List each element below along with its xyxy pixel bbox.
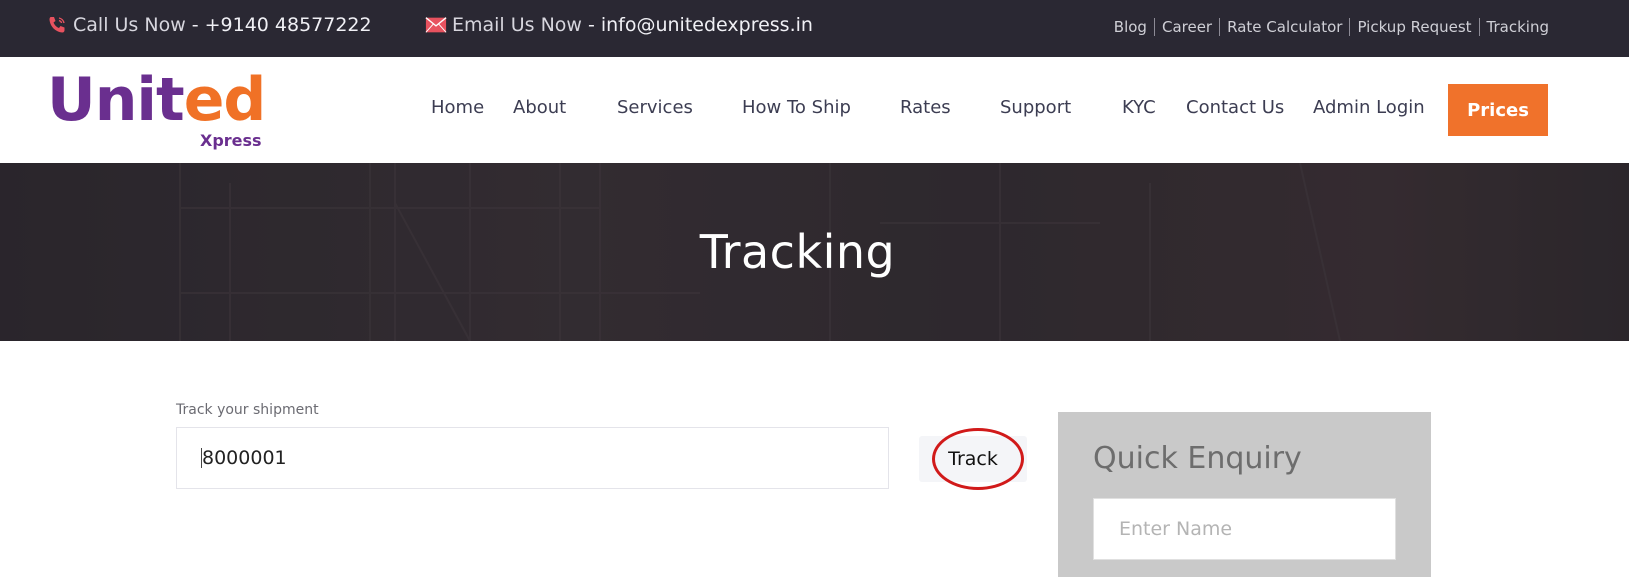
email-icon xyxy=(425,14,447,36)
nav-rates[interactable]: Rates xyxy=(900,97,951,118)
main-nav: Home About Services How To Ship Rates Su… xyxy=(0,57,1629,163)
top-link-blog[interactable]: Blog xyxy=(1114,18,1147,36)
track-shipment-label: Track your shipment xyxy=(176,402,319,418)
nav-admin-login[interactable]: Admin Login xyxy=(1313,97,1425,118)
top-link-career[interactable]: Career xyxy=(1162,18,1212,36)
nav-contact-us[interactable]: Contact Us xyxy=(1186,97,1284,118)
call-us-contact[interactable]: Call Us Now - +9140 48577222 xyxy=(46,14,372,36)
email-us-contact[interactable]: Email Us Now - info@unitedexpress.in xyxy=(425,14,813,36)
page-banner: Tracking xyxy=(0,163,1629,341)
enquiry-name-placeholder: Enter Name xyxy=(1119,518,1233,540)
quick-enquiry-panel: Quick Enquiry Enter Name xyxy=(1058,412,1431,577)
track-button-highlight xyxy=(932,428,1024,490)
quick-enquiry-title: Quick Enquiry xyxy=(1093,441,1302,476)
banner-title: Tracking xyxy=(699,225,896,279)
phone-icon xyxy=(46,14,68,36)
link-divider xyxy=(1219,18,1221,36)
call-separator: - xyxy=(191,14,199,36)
call-us-number: +9140 48577222 xyxy=(204,14,372,36)
prices-button[interactable]: Prices xyxy=(1448,84,1548,136)
top-links: Blog Career Rate Calculator Pickup Reque… xyxy=(1114,18,1549,36)
nav-about[interactable]: About xyxy=(513,97,566,118)
link-divider xyxy=(1349,18,1351,36)
enquiry-name-input[interactable]: Enter Name xyxy=(1093,498,1396,560)
top-link-tracking[interactable]: Tracking xyxy=(1487,18,1549,36)
top-bar: Call Us Now - +9140 48577222 Email Us No… xyxy=(0,0,1629,57)
link-divider xyxy=(1153,18,1155,36)
email-us-address: info@unitedexpress.in xyxy=(600,14,813,36)
nav-home[interactable]: Home xyxy=(431,97,484,118)
nav-support[interactable]: Support xyxy=(1000,97,1071,118)
nav-services[interactable]: Services xyxy=(617,97,693,118)
email-separator: - xyxy=(587,14,595,36)
nav-kyc[interactable]: KYC xyxy=(1122,97,1156,118)
top-link-pickup-request[interactable]: Pickup Request xyxy=(1357,18,1471,36)
email-us-label: Email Us Now xyxy=(452,14,582,36)
nav-how-to-ship[interactable]: How To Ship xyxy=(742,97,851,118)
call-us-label: Call Us Now xyxy=(73,14,186,36)
link-divider xyxy=(1478,18,1480,36)
tracking-number-input[interactable]: 8000001 xyxy=(176,427,889,489)
main-header: United Xpress Home About Services How To… xyxy=(0,57,1629,163)
top-link-rate-calculator[interactable]: Rate Calculator xyxy=(1227,18,1342,36)
tracking-number-value: 8000001 xyxy=(202,447,287,469)
